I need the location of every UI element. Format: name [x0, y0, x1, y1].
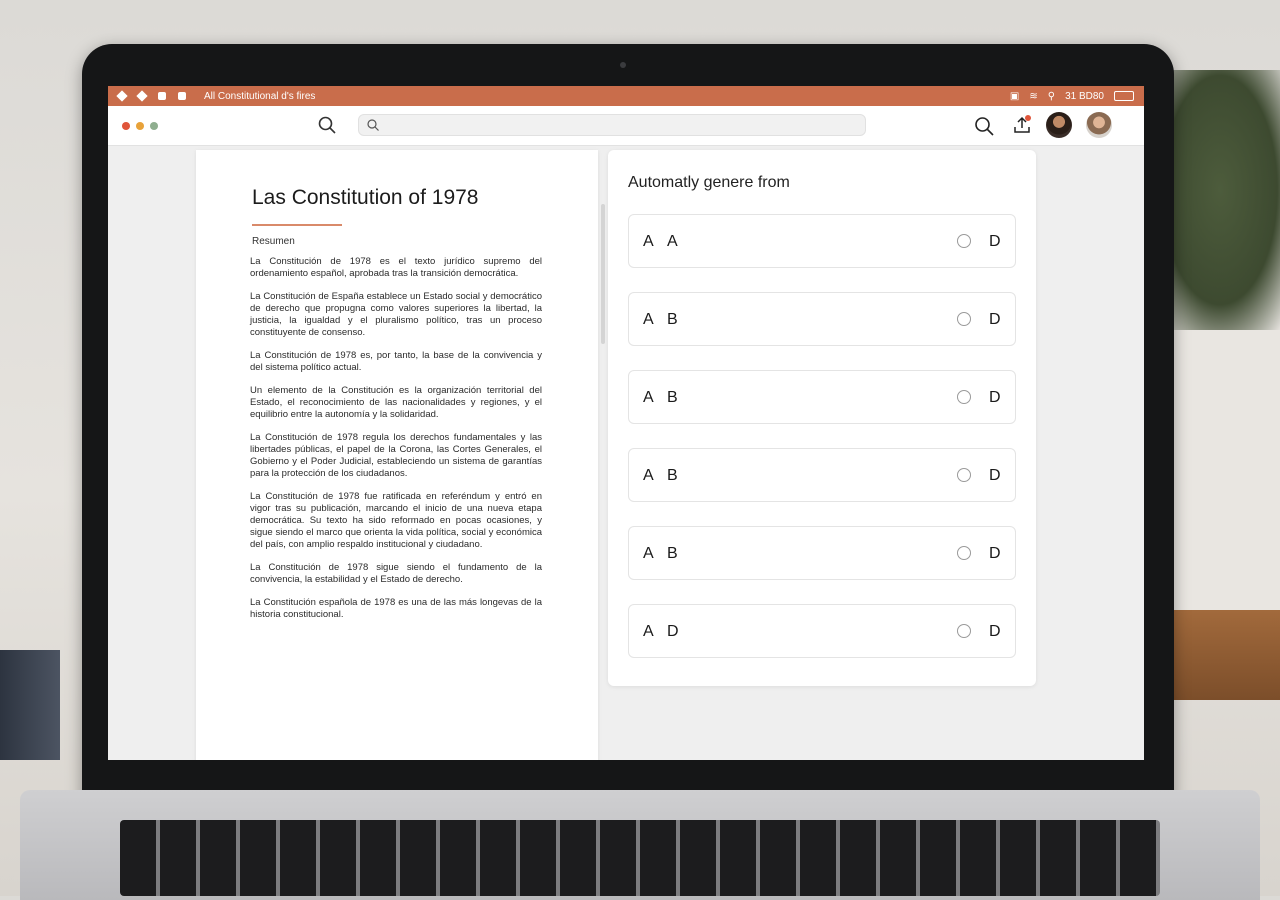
- option-mid-label: B: [667, 545, 678, 562]
- option-radio[interactable]: [957, 312, 971, 326]
- panel-title: Automatly genere from: [628, 174, 790, 191]
- home-icon[interactable]: [158, 92, 166, 100]
- minimize-button[interactable]: [136, 122, 144, 130]
- option-radio[interactable]: [957, 234, 971, 248]
- keyboard: [120, 820, 1160, 896]
- option-left-label: A: [643, 623, 654, 640]
- laptop-bezel: All Constitutional d's fires ▣ ≋ ⚲ 31 BD…: [82, 44, 1174, 814]
- paragraph: La Constitución de 1978 es el texto jurí…: [250, 256, 542, 279]
- wifi-icon[interactable]: ≋: [1029, 91, 1037, 102]
- paragraph: La Constitución de 1978 sigue siendo el …: [250, 562, 542, 585]
- option-card-5[interactable]: A B D: [628, 526, 1016, 580]
- option-right-label: D: [989, 623, 1001, 640]
- option-left-label: A: [643, 233, 654, 250]
- option-left-label: A: [643, 311, 654, 328]
- diamond-icon-2[interactable]: [136, 90, 148, 102]
- paragraph: La Constitución de 1978 fue ratificada e…: [250, 491, 542, 550]
- avatar-user-1[interactable]: [1046, 112, 1072, 138]
- zoom-button[interactable]: [150, 122, 158, 130]
- paragraph: La Constitución de 1978 regula los derec…: [250, 432, 542, 479]
- document-title: Las Constitution of 1978: [252, 186, 479, 209]
- search-icon-right[interactable]: [974, 116, 994, 136]
- option-card-6[interactable]: A D D: [628, 604, 1016, 658]
- app-title: All Constitutional d's fires: [204, 90, 316, 102]
- search-icon[interactable]: [318, 116, 336, 134]
- document-body: La Constitución de 1978 es el texto jurí…: [250, 256, 542, 632]
- option-right-label: D: [989, 389, 1001, 406]
- option-radio[interactable]: [957, 468, 971, 482]
- background-pot: [1160, 330, 1280, 630]
- refresh-icon[interactable]: [178, 92, 186, 100]
- pane-resize-handle[interactable]: [601, 204, 605, 344]
- option-right-label: D: [989, 233, 1001, 250]
- menu-bar: All Constitutional d's fires ▣ ≋ ⚲ 31 BD…: [108, 86, 1144, 106]
- option-radio[interactable]: [957, 390, 971, 404]
- background-book: [0, 650, 60, 760]
- paragraph: La Constitución española de 1978 es una …: [250, 597, 542, 620]
- paragraph: La Constitución de 1978 es, por tanto, l…: [250, 350, 542, 373]
- document-page: Las Constitution of 1978 Resumen La Cons…: [196, 150, 598, 760]
- paragraph: Un elemento de la Constitución es la org…: [250, 385, 542, 420]
- option-card-1[interactable]: A A D: [628, 214, 1016, 268]
- option-right-label: D: [989, 467, 1001, 484]
- notification-badge: [1025, 115, 1031, 121]
- option-right-label: D: [989, 545, 1001, 562]
- toolbar: [108, 106, 1144, 146]
- close-button[interactable]: [122, 122, 130, 130]
- paragraph: La Constitución de España establece un E…: [250, 291, 542, 338]
- search-icon-menubar[interactable]: ⚲: [1048, 91, 1055, 102]
- quiz-panel: Automatly genere from A A D A B D A B D …: [608, 150, 1036, 686]
- option-mid-label: A: [667, 233, 678, 250]
- diamond-icon[interactable]: [116, 90, 128, 102]
- title-underline: [252, 224, 342, 226]
- avatar-user-2[interactable]: [1086, 112, 1112, 138]
- option-card-2[interactable]: A B D: [628, 292, 1016, 346]
- battery-icon: [1114, 91, 1134, 101]
- option-right-label: D: [989, 311, 1001, 328]
- control-icon[interactable]: ▣: [1010, 91, 1019, 102]
- menu-bar-status: ▣ ≋ ⚲ 31 BD80: [1010, 91, 1134, 102]
- screen: All Constitutional d's fires ▣ ≋ ⚲ 31 BD…: [108, 86, 1144, 760]
- option-mid-label: B: [667, 311, 678, 328]
- option-radio[interactable]: [957, 624, 971, 638]
- status-text: 31 BD80: [1065, 90, 1104, 102]
- option-mid-label: B: [667, 389, 678, 406]
- search-input[interactable]: [385, 117, 859, 135]
- option-mid-label: B: [667, 467, 678, 484]
- option-card-3[interactable]: A B D: [628, 370, 1016, 424]
- option-left-label: A: [643, 545, 654, 562]
- search-bar[interactable]: [358, 114, 866, 136]
- camera: [620, 62, 626, 68]
- option-mid-label: D: [667, 623, 679, 640]
- option-radio[interactable]: [957, 546, 971, 560]
- option-left-label: A: [643, 467, 654, 484]
- search-field-icon: [367, 119, 379, 131]
- document-subtitle: Resumen: [252, 236, 295, 247]
- window-controls: [122, 122, 158, 130]
- option-left-label: A: [643, 389, 654, 406]
- option-card-4[interactable]: A B D: [628, 448, 1016, 502]
